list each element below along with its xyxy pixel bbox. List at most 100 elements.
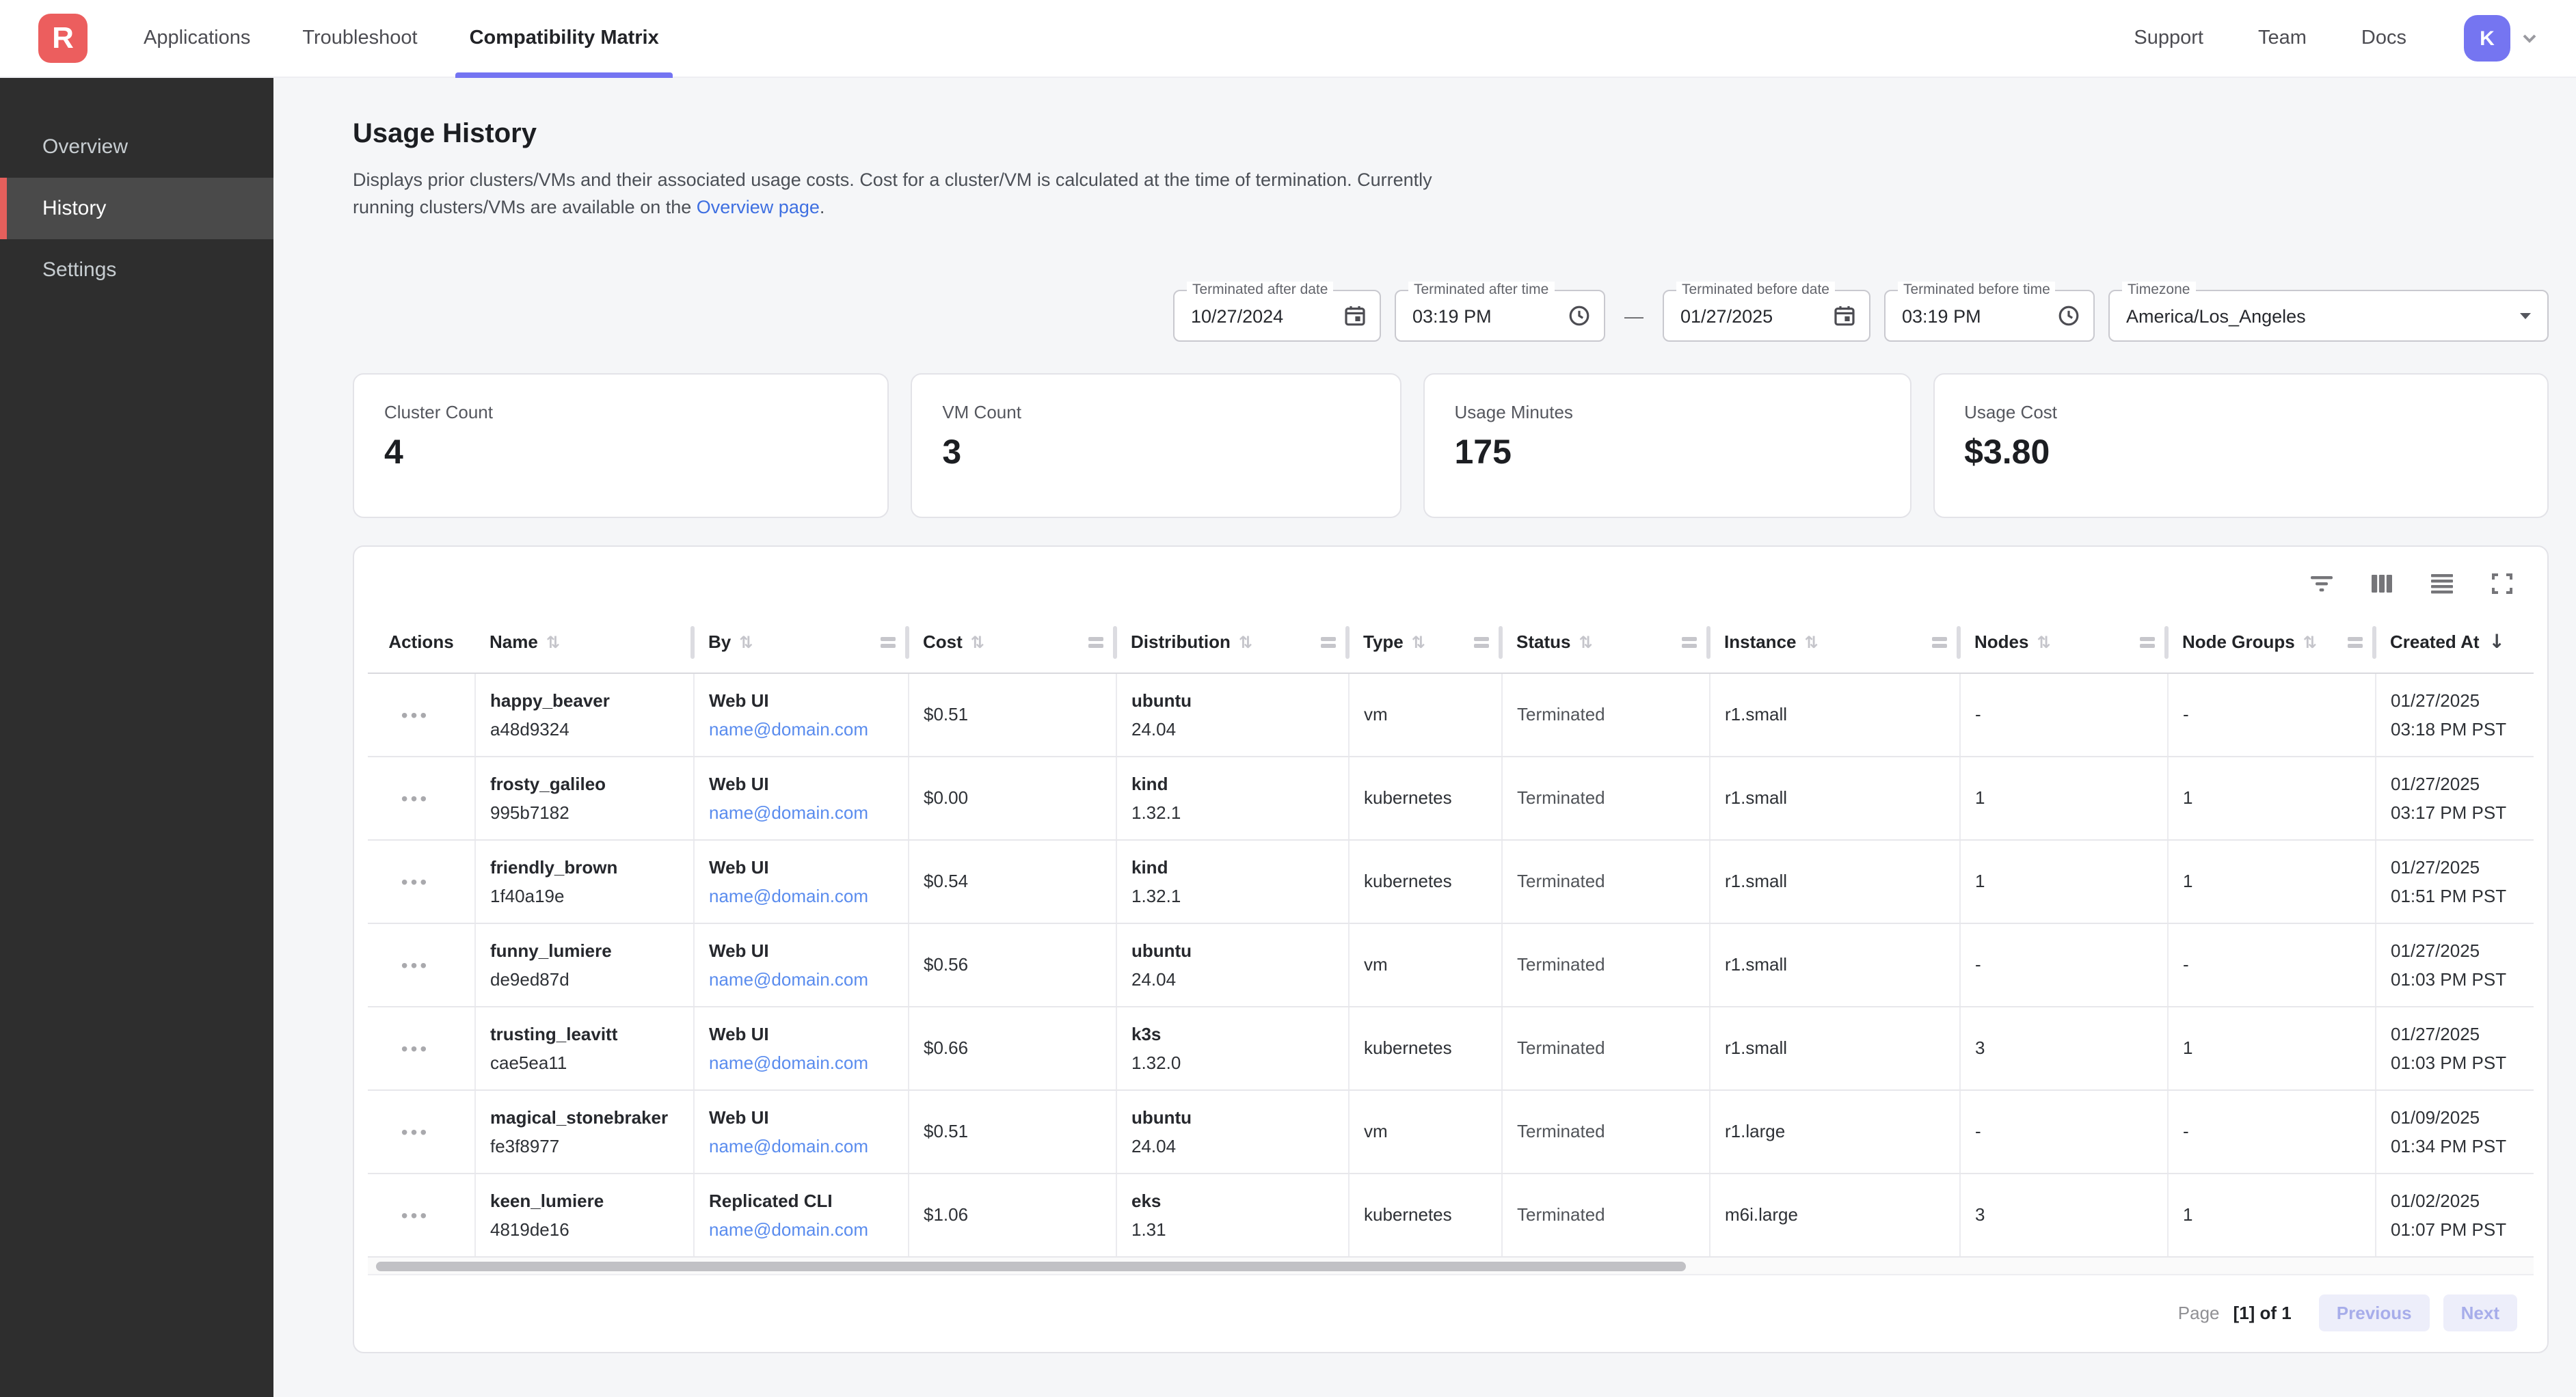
column-header-status[interactable]: Status ⇅ xyxy=(1501,612,1709,673)
column-label[interactable]: Status xyxy=(1516,632,1570,653)
horizontal-scrollbar[interactable] xyxy=(368,1257,2534,1275)
sort-icon[interactable]: ⇅ xyxy=(2037,634,2050,653)
created-date: 01/27/2025 xyxy=(2391,940,2523,960)
column-header-created-at[interactable]: Created At ↓ xyxy=(2375,612,2534,673)
column-label[interactable]: Distribution xyxy=(1131,632,1231,653)
column-grip-icon[interactable] xyxy=(2140,637,2155,640)
column-label[interactable]: Type xyxy=(1363,632,1404,653)
created-by-email-link[interactable]: name@domain.com xyxy=(709,718,896,739)
row-actions-menu-icon[interactable]: ••• xyxy=(401,1204,429,1225)
column-label[interactable]: Nodes xyxy=(1974,632,2028,653)
column-header-node-groups[interactable]: Node Groups ⇅ xyxy=(2167,612,2375,673)
row-actions-menu-icon[interactable]: ••• xyxy=(401,1120,429,1142)
horizontal-scrollbar-thumb[interactable] xyxy=(376,1261,1687,1271)
column-grip-icon[interactable] xyxy=(1088,637,1103,640)
terminated-before-date-value[interactable]: 01/27/2025 xyxy=(1680,306,1825,326)
column-grip-icon[interactable] xyxy=(881,637,896,640)
stat-card-vm-count: VM Count 3 xyxy=(911,373,1401,518)
sort-icon[interactable]: ⇅ xyxy=(1412,634,1425,653)
tab-troubleshoot[interactable]: Troubleshoot xyxy=(302,0,417,77)
distribution-name: eks xyxy=(1131,1190,1337,1210)
fullscreen-icon[interactable] xyxy=(2490,571,2514,596)
user-menu[interactable]: K xyxy=(2464,15,2540,62)
table-row: ••• funny_lumiere de9ed87d Web UI name@d… xyxy=(368,923,2534,1006)
terminated-after-date-input[interactable]: Terminated after date 10/27/2024 xyxy=(1173,290,1381,342)
column-grip-icon[interactable] xyxy=(1682,637,1697,640)
clock-icon[interactable] xyxy=(2058,305,2080,327)
created-by-email-link[interactable]: name@domain.com xyxy=(709,1135,896,1156)
column-label[interactable]: By xyxy=(708,632,731,653)
tab-compatibility-matrix[interactable]: Compatibility Matrix xyxy=(470,0,659,77)
created-by-email-link[interactable]: name@domain.com xyxy=(709,802,896,822)
terminated-after-date-value[interactable]: 10/27/2024 xyxy=(1191,306,1336,326)
column-label[interactable]: Instance xyxy=(1724,632,1797,653)
dropdown-arrow-icon[interactable] xyxy=(2517,308,2534,324)
team-link[interactable]: Team xyxy=(2258,27,2307,49)
overview-page-link[interactable]: Overview page xyxy=(697,197,820,217)
column-header-type[interactable]: Type ⇅ xyxy=(1348,612,1501,673)
column-grip-icon[interactable] xyxy=(1932,637,1947,640)
distribution-cell: ubuntu 24.04 xyxy=(1116,1089,1348,1173)
previous-page-button[interactable]: Previous xyxy=(2319,1294,2430,1331)
column-grip-icon[interactable] xyxy=(1474,637,1489,640)
column-header-by[interactable]: By ⇅ xyxy=(693,612,908,673)
docs-link[interactable]: Docs xyxy=(2361,27,2406,49)
sort-icon[interactable]: ⇅ xyxy=(546,634,560,653)
row-actions-menu-icon[interactable]: ••• xyxy=(401,1037,429,1059)
next-page-button[interactable]: Next xyxy=(2443,1294,2517,1331)
calendar-icon[interactable] xyxy=(1344,305,1366,327)
column-header-cost[interactable]: Cost ⇅ xyxy=(908,612,1116,673)
sort-icon[interactable]: ⇅ xyxy=(1805,634,1819,653)
tab-applications[interactable]: Applications xyxy=(144,0,250,77)
row-actions-menu-icon[interactable]: ••• xyxy=(401,787,429,809)
terminated-before-time-input[interactable]: Terminated before time 03:19 PM xyxy=(1884,290,2095,342)
column-header-instance[interactable]: Instance ⇅ xyxy=(1709,612,1959,673)
column-header-name[interactable]: Name ⇅ xyxy=(474,612,693,673)
created-by-email-link[interactable]: name@domain.com xyxy=(709,1052,896,1072)
row-actions-menu-icon[interactable]: ••• xyxy=(401,870,429,892)
distribution-version: 1.32.1 xyxy=(1131,885,1337,906)
created-time: 01:51 PM PST xyxy=(2391,885,2523,906)
sidebar-item-overview[interactable]: Overview xyxy=(0,116,273,178)
created-by-email-link[interactable]: name@domain.com xyxy=(709,1219,896,1239)
created-by-email-link[interactable]: name@domain.com xyxy=(709,968,896,989)
sort-icon[interactable]: ⇅ xyxy=(739,634,753,653)
sidebar-item-history[interactable]: History xyxy=(0,178,273,239)
clock-icon[interactable] xyxy=(1568,305,1590,327)
column-header-distribution[interactable]: Distribution ⇅ xyxy=(1116,612,1348,673)
sidebar-item-settings[interactable]: Settings xyxy=(0,239,273,301)
row-actions-menu-icon[interactable]: ••• xyxy=(401,703,429,725)
timezone-select[interactable]: Timezone America/Los_Angeles xyxy=(2108,290,2549,342)
description-text: Displays prior clusters/VMs and their as… xyxy=(353,169,1432,217)
created-by-email-link[interactable]: name@domain.com xyxy=(709,885,896,906)
column-grip-icon[interactable] xyxy=(1321,637,1336,640)
replicated-logo[interactable]: R xyxy=(38,14,88,63)
row-actions-menu-icon[interactable]: ••• xyxy=(401,953,429,975)
show-hide-columns-icon[interactable] xyxy=(2370,571,2394,596)
terminated-before-date-input[interactable]: Terminated before date 01/27/2025 xyxy=(1663,290,1870,342)
instance-cell: r1.small xyxy=(1709,756,1959,839)
terminated-before-time-value[interactable]: 03:19 PM xyxy=(1902,306,2050,326)
created-by-source: Web UI xyxy=(709,940,896,960)
usage-history-table-card: Actions Name⇅ By⇅ Cost⇅ Distribution⇅ Ty… xyxy=(353,545,2549,1353)
column-label[interactable]: Name xyxy=(489,632,538,653)
toggle-density-icon[interactable] xyxy=(2430,571,2454,596)
support-link[interactable]: Support xyxy=(2134,27,2203,49)
sort-desc-icon[interactable]: ↓ xyxy=(2489,632,2505,653)
column-header-nodes[interactable]: Nodes ⇅ xyxy=(1959,612,2167,673)
created-date: 01/27/2025 xyxy=(2391,856,2523,877)
timezone-value[interactable]: America/Los_Angeles xyxy=(2126,306,2509,326)
column-label[interactable]: Cost xyxy=(923,632,963,653)
column-grip-icon[interactable] xyxy=(2348,637,2363,640)
column-label[interactable]: Node Groups xyxy=(2182,632,2295,653)
sort-icon[interactable]: ⇅ xyxy=(971,634,984,653)
sort-icon[interactable]: ⇅ xyxy=(2303,634,2317,653)
sort-icon[interactable]: ⇅ xyxy=(1239,634,1252,653)
calendar-icon[interactable] xyxy=(1834,305,1855,327)
column-label[interactable]: Created At xyxy=(2390,632,2480,652)
terminated-after-time-value[interactable]: 03:19 PM xyxy=(1412,306,1560,326)
avatar[interactable]: K xyxy=(2464,15,2510,62)
terminated-after-time-input[interactable]: Terminated after time 03:19 PM xyxy=(1395,290,1605,342)
sort-icon[interactable]: ⇅ xyxy=(1579,634,1592,653)
filter-icon[interactable] xyxy=(2309,571,2334,596)
